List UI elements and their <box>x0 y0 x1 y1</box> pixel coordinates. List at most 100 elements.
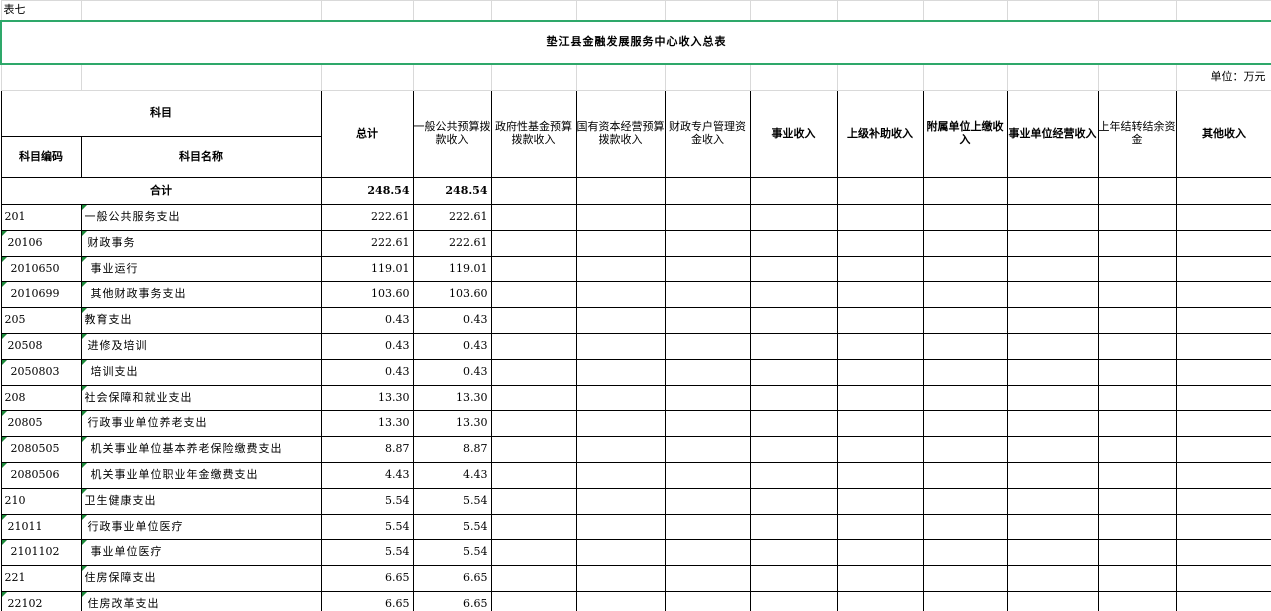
general-budget-cell[interactable]: 5.54 <box>412 513 492 541</box>
unit-label[interactable]: 单位：万元 <box>1175 63 1271 91</box>
empty-amount-cell[interactable] <box>490 332 577 360</box>
column-header-fiscal-account[interactable]: 财政专户管理资金收入 <box>664 90 751 178</box>
empty-amount-cell[interactable] <box>490 590 577 611</box>
empty-amount-cell[interactable] <box>836 229 924 257</box>
subject-code-cell[interactable]: 208 <box>0 384 82 412</box>
empty-amount-cell[interactable] <box>490 487 577 515</box>
total-cell[interactable]: 5.54 <box>320 487 414 515</box>
empty-amount-cell[interactable] <box>836 590 924 611</box>
empty-amount-cell[interactable] <box>922 229 1008 257</box>
empty-amount-cell[interactable] <box>749 229 838 257</box>
empty-amount-cell[interactable] <box>749 358 838 386</box>
empty-amount-cell[interactable] <box>1097 229 1177 257</box>
empty-amount-cell[interactable] <box>749 539 838 567</box>
subject-code-cell[interactable]: 2080506 <box>0 461 82 489</box>
column-header-business-income[interactable]: 事业收入 <box>749 90 838 178</box>
empty-amount-cell[interactable] <box>1006 436 1099 463</box>
empty-amount-cell[interactable] <box>1006 384 1099 412</box>
empty-amount-cell[interactable] <box>490 281 577 309</box>
empty-amount-cell[interactable] <box>1175 590 1271 611</box>
empty-amount-cell[interactable] <box>1175 255 1271 283</box>
empty-amount-cell[interactable] <box>1097 565 1177 592</box>
subject-name-cell[interactable]: 住房改革支出 <box>80 590 322 611</box>
empty-amount-cell[interactable] <box>922 539 1008 567</box>
subject-code-cell[interactable]: 2010650 <box>0 255 82 283</box>
general-budget-cell[interactable]: 0.43 <box>412 307 492 334</box>
empty-amount-cell[interactable] <box>749 410 838 438</box>
total-cell[interactable]: 6.65 <box>320 565 414 592</box>
empty-amount-cell[interactable] <box>836 358 924 386</box>
empty-amount-cell[interactable] <box>664 487 751 515</box>
empty-amount-cell[interactable] <box>1097 436 1177 463</box>
subject-header[interactable]: 科目 <box>0 90 322 137</box>
column-header-gov-fund[interactable]: 政府性基金预算拨款收入 <box>490 90 577 178</box>
empty-amount-cell[interactable] <box>1175 410 1271 438</box>
empty-amount-cell[interactable] <box>575 332 666 360</box>
empty-amount-cell[interactable] <box>575 539 666 567</box>
empty-amount-cell[interactable] <box>490 229 577 257</box>
empty-amount-cell[interactable] <box>749 255 838 283</box>
empty-amount-cell[interactable] <box>749 332 838 360</box>
empty-amount-cell[interactable] <box>664 384 751 412</box>
subject-name-cell[interactable]: 卫生健康支出 <box>80 487 322 515</box>
empty-amount-cell[interactable] <box>1097 590 1177 611</box>
subject-code-cell[interactable]: 20805 <box>0 410 82 438</box>
subject-name-cell[interactable]: 财政事务 <box>80 229 322 257</box>
empty-amount-cell[interactable] <box>664 332 751 360</box>
column-header-state-capital[interactable]: 国有资本经营预算拨款收入 <box>575 90 666 178</box>
empty-amount-cell[interactable] <box>1006 307 1099 334</box>
empty-amount-cell[interactable] <box>490 513 577 541</box>
total-cell[interactable]: 6.65 <box>320 590 414 611</box>
empty-amount-cell[interactable] <box>749 461 838 489</box>
empty-amount-cell[interactable] <box>664 539 751 567</box>
empty-amount-cell[interactable] <box>664 204 751 231</box>
general-budget-cell[interactable]: 5.54 <box>412 487 492 515</box>
empty-amount-cell[interactable] <box>1097 384 1177 412</box>
empty-amount-cell[interactable] <box>922 255 1008 283</box>
total-general-budget[interactable]: 248.54 <box>412 177 492 205</box>
general-budget-cell[interactable]: 0.43 <box>412 358 492 386</box>
empty-amount-cell[interactable] <box>1006 332 1099 360</box>
column-header-total[interactable]: 总计 <box>320 90 414 178</box>
general-budget-cell[interactable]: 119.01 <box>412 255 492 283</box>
general-budget-cell[interactable]: 13.30 <box>412 410 492 438</box>
total-cell[interactable]: 0.43 <box>320 358 414 386</box>
empty-amount-cell[interactable] <box>575 487 666 515</box>
subject-code-cell[interactable]: 2050803 <box>0 358 82 386</box>
subject-code-cell[interactable]: 21011 <box>0 513 82 541</box>
empty-amount-cell[interactable] <box>664 307 751 334</box>
subject-code-cell[interactable]: 2101102 <box>0 539 82 567</box>
empty-amount-cell[interactable] <box>836 255 924 283</box>
subject-code-cell[interactable]: 201 <box>0 204 82 231</box>
empty-amount-cell[interactable] <box>1175 565 1271 592</box>
empty-amount-cell[interactable] <box>1006 539 1099 567</box>
empty-amount-cell[interactable] <box>575 436 666 463</box>
empty-amount-cell[interactable] <box>1175 487 1271 515</box>
empty-amount-cell[interactable] <box>1006 590 1099 611</box>
empty-amount-cell[interactable] <box>749 436 838 463</box>
subject-name-header[interactable]: 科目名称 <box>80 136 322 178</box>
empty-amount-cell[interactable] <box>836 281 924 309</box>
subject-code-cell[interactable]: 2080505 <box>0 436 82 463</box>
subject-name-cell[interactable]: 进修及培训 <box>80 332 322 360</box>
empty-amount-cell[interactable] <box>1006 487 1099 515</box>
empty-amount-cell[interactable] <box>1006 229 1099 257</box>
subject-name-cell[interactable]: 培训支出 <box>80 358 322 386</box>
empty-amount-cell[interactable] <box>664 461 751 489</box>
sheet-tag[interactable]: 表七 <box>0 0 82 21</box>
empty-amount-cell[interactable] <box>749 513 838 541</box>
subject-name-cell[interactable]: 一般公共服务支出 <box>80 204 322 231</box>
empty-amount-cell[interactable] <box>1175 307 1271 334</box>
subject-name-cell[interactable]: 社会保障和就业支出 <box>80 384 322 412</box>
general-budget-cell[interactable]: 8.87 <box>412 436 492 463</box>
empty-amount-cell[interactable] <box>922 358 1008 386</box>
empty-amount-cell[interactable] <box>1097 332 1177 360</box>
total-cell[interactable]: 13.30 <box>320 410 414 438</box>
empty-amount-cell[interactable] <box>490 255 577 283</box>
subject-name-cell[interactable]: 机关事业单位基本养老保险缴费支出 <box>80 436 322 463</box>
total-cell[interactable]: 103.60 <box>320 281 414 309</box>
empty-amount-cell[interactable] <box>749 565 838 592</box>
empty-amount-cell[interactable] <box>575 590 666 611</box>
empty-amount-cell[interactable] <box>1097 539 1177 567</box>
general-budget-cell[interactable]: 0.43 <box>412 332 492 360</box>
